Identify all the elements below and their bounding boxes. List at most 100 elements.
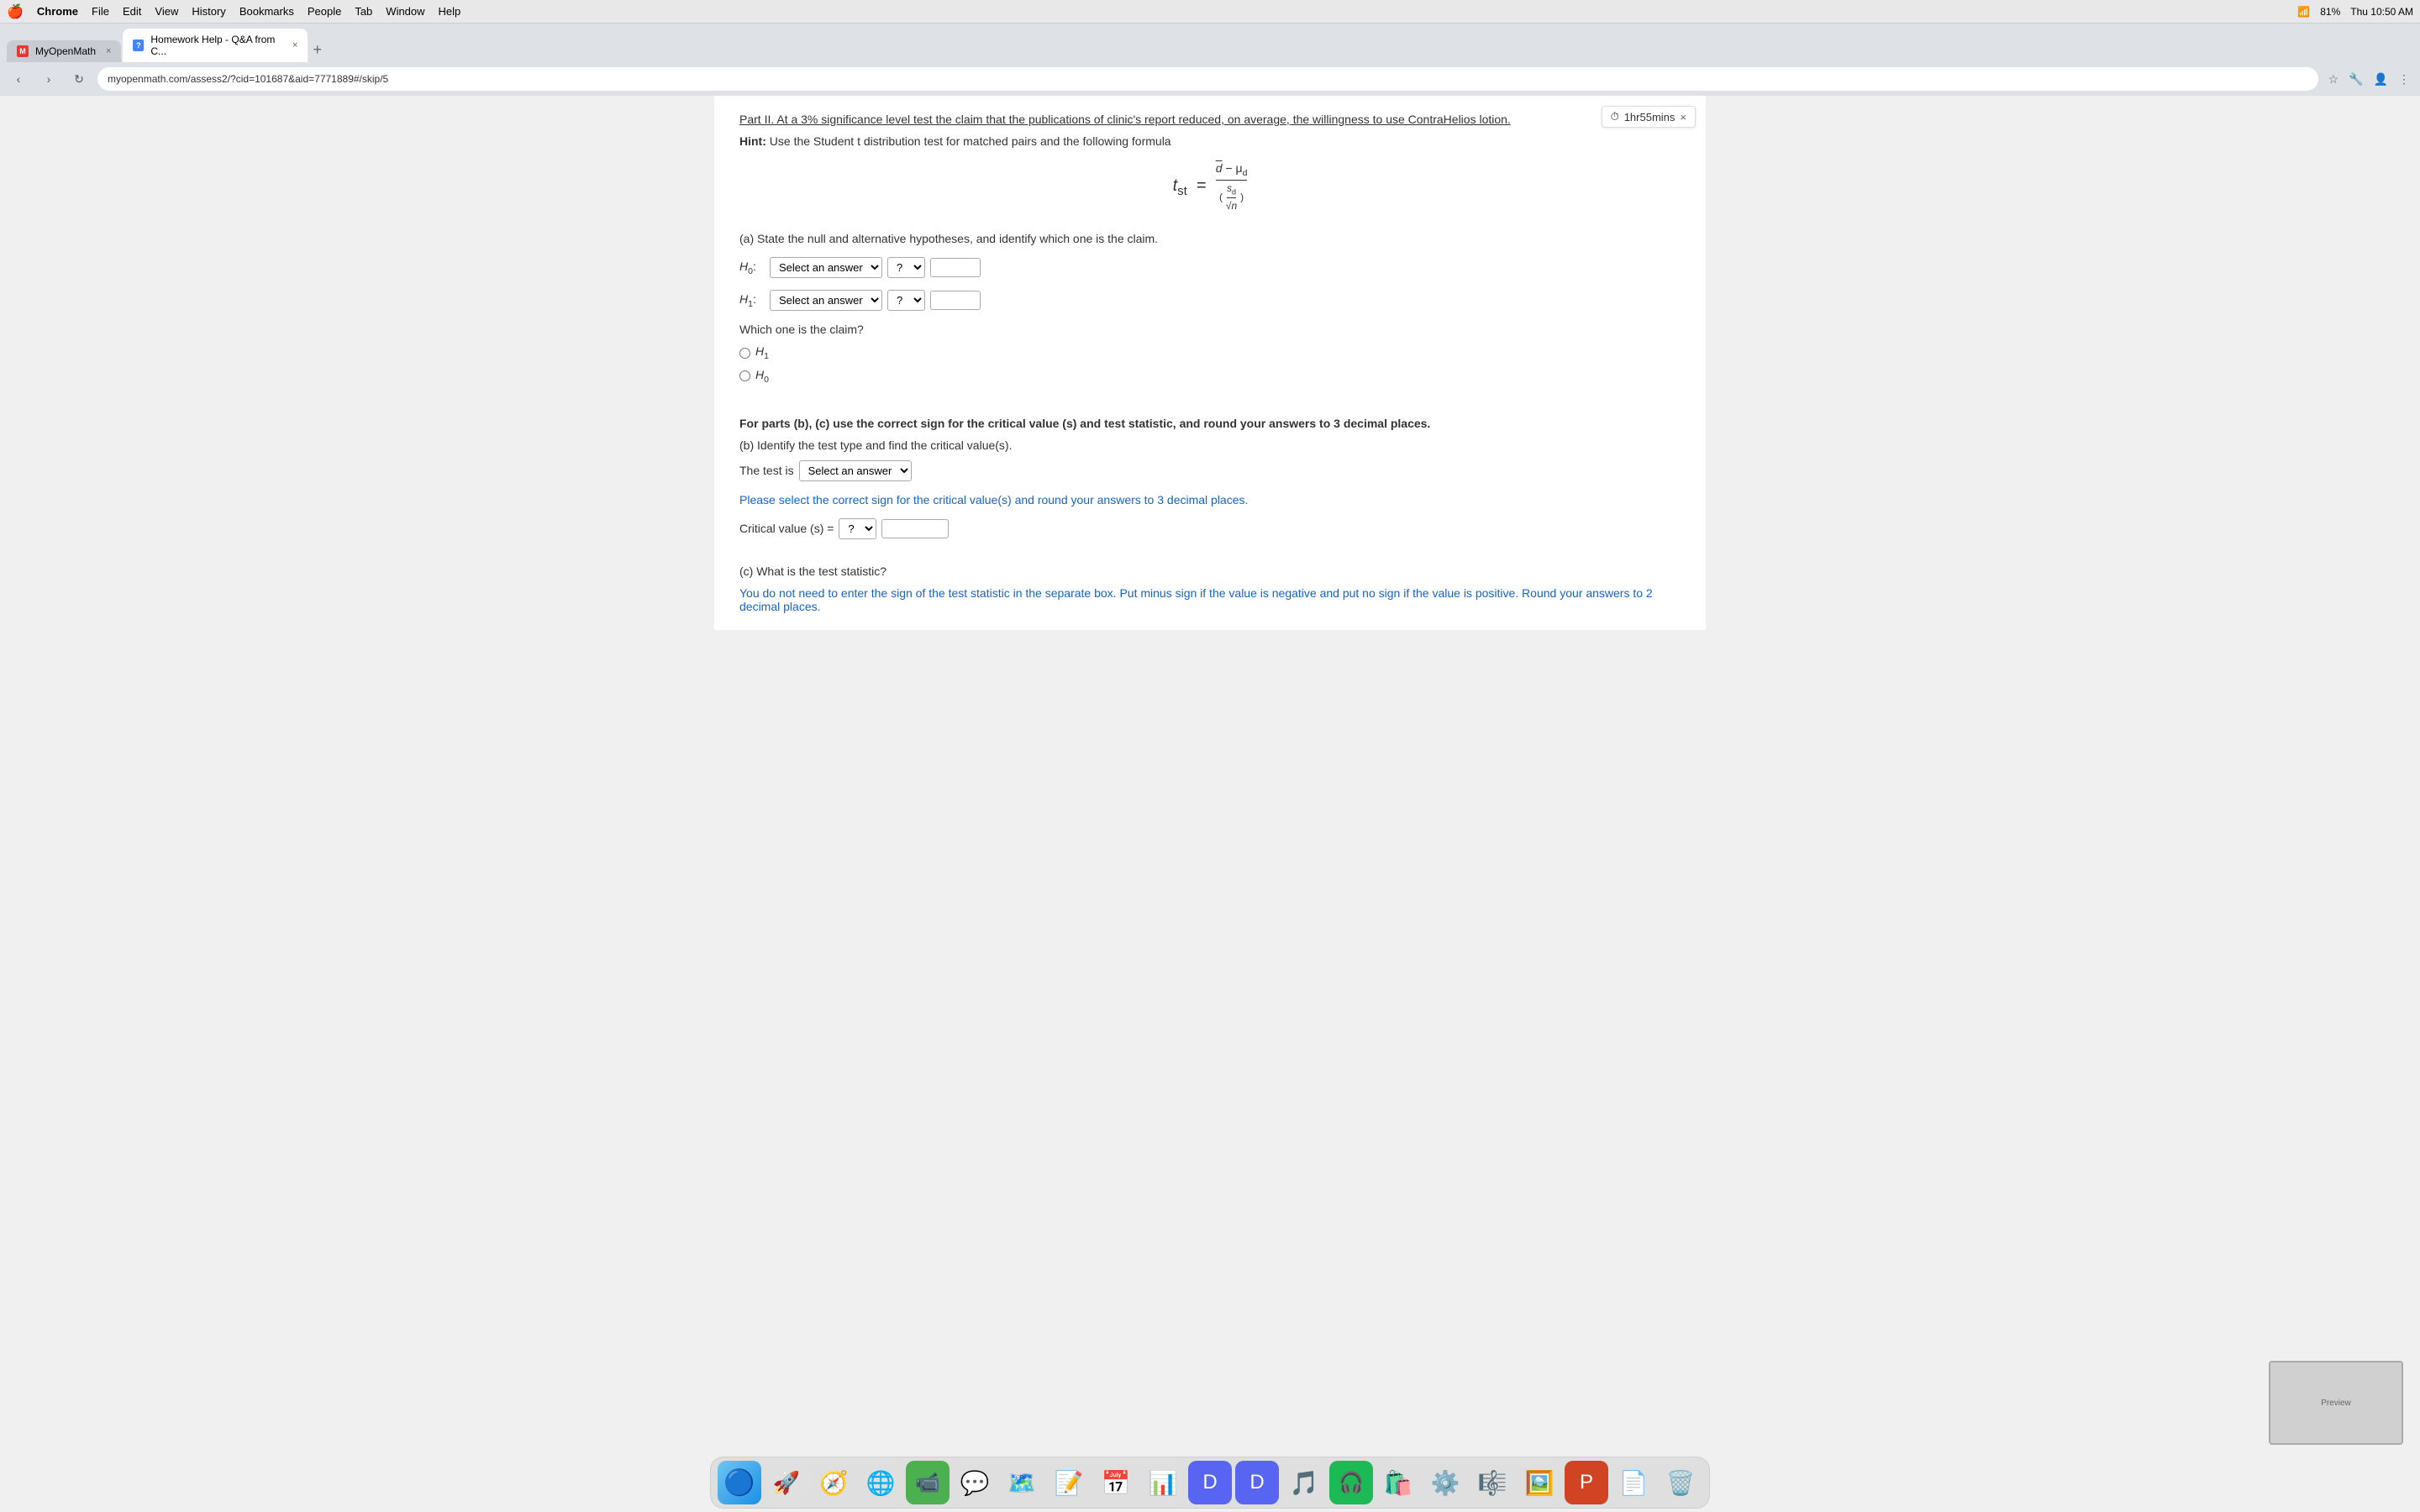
bold-instruction: For parts (b), (c) use the correct sign … (739, 417, 1681, 430)
tab1-label: MyOpenMath (35, 45, 96, 57)
tab2-close[interactable]: × (292, 40, 297, 50)
dock-discord[interactable]: D (1188, 1461, 1232, 1504)
dock-appstore[interactable]: 🛍️ (1376, 1461, 1420, 1504)
thumbnail-preview: Preview (2269, 1361, 2403, 1445)
test-type-row: The test is Select an answer left-tailed… (739, 460, 1681, 481)
dock-maps[interactable]: 🗺️ (1000, 1461, 1044, 1504)
radio-h0-option[interactable]: H0 (739, 368, 1681, 385)
dock-discord2[interactable]: D (1235, 1461, 1279, 1504)
wifi-icon: 📶 (2297, 6, 2310, 18)
menubar-history[interactable]: History (192, 5, 225, 18)
hint-detail: Use the Student t distribution test for … (766, 134, 1171, 148)
formula-fraction: d − μd ( sd √n ) (1216, 161, 1248, 212)
toolbar-icons: ☆ 🔧 👤 ⋮ (2325, 69, 2413, 90)
extension-icon[interactable]: 🔧 (2345, 69, 2366, 90)
h1-value-input[interactable] (930, 291, 981, 310)
dock-settings[interactable]: ⚙️ (1423, 1461, 1467, 1504)
dock-presentation[interactable]: 📊 (1141, 1461, 1185, 1504)
timer-label: 1hr55mins (1624, 111, 1676, 123)
h0-value-input[interactable] (930, 258, 981, 277)
radio-h1-label: H1 (755, 344, 769, 361)
menubar-bookmarks[interactable]: Bookmarks (239, 5, 294, 18)
tab-myopenmath[interactable]: M MyOpenMath × (7, 40, 121, 62)
tab2-favicon: ? (133, 39, 144, 51)
menubar-people[interactable]: People (308, 5, 341, 18)
menubar-window[interactable]: Window (386, 5, 424, 18)
tab2-label: Homework Help - Q&A from C... (150, 34, 282, 57)
dock-container: 🔵 🚀 🧭 🌐 📹 💬 🗺️ 📝 📅 📊 D D 🎵 🎧 🛍️ ⚙️ 🎼 🖼️ … (0, 1457, 2420, 1512)
dock-itunes[interactable]: 🎼 (1470, 1461, 1514, 1504)
h0-label: H0: (739, 260, 765, 276)
test-is-label: The test is (739, 464, 794, 477)
address-bar: ‹ › ↻ ☆ 🔧 👤 ⋮ (0, 62, 2420, 96)
dock-photos[interactable]: 🖼️ (1518, 1461, 1561, 1504)
radio-h1[interactable] (739, 348, 750, 359)
critical-sign-select[interactable]: ? + − ± (839, 518, 876, 539)
battery-status: 81% (2320, 6, 2340, 18)
dock-finder[interactable]: 🔵 (718, 1461, 761, 1504)
menubar-help[interactable]: Help (439, 5, 461, 18)
h1-label: H1: (739, 292, 765, 309)
menubar: 🍎 Chrome File Edit View History Bookmark… (0, 0, 2420, 24)
dock-trash[interactable]: 🗑️ (1659, 1461, 1702, 1504)
clock: Thu 10:50 AM (2350, 6, 2413, 18)
dock-music[interactable]: 🎵 (1282, 1461, 1326, 1504)
hint-label: Hint: (739, 134, 766, 148)
critical-value-input[interactable] (881, 519, 949, 538)
radio-h1-option[interactable]: H1 (739, 344, 1681, 361)
radio-h0[interactable] (739, 370, 750, 381)
apple-menu[interactable]: 🍎 (7, 3, 24, 20)
dock-spotify[interactable]: 🎧 (1329, 1461, 1373, 1504)
back-button[interactable]: ‹ (7, 67, 30, 91)
critical-value-row: Critical value (s) = ? + − ± (739, 518, 1681, 539)
radio-h0-label: H0 (755, 368, 769, 385)
dock-launchpad[interactable]: 🚀 (765, 1461, 808, 1504)
tab-bar: M MyOpenMath × ? Homework Help - Q&A fro… (0, 24, 2420, 62)
dock-notes[interactable]: 📝 (1047, 1461, 1091, 1504)
address-input[interactable] (97, 67, 2318, 91)
timer-close[interactable]: × (1680, 111, 1686, 123)
menubar-chrome[interactable]: Chrome (37, 5, 78, 18)
reload-button[interactable]: ↻ (67, 67, 91, 91)
part-text: At a 3% significance level test the clai… (774, 113, 1511, 126)
star-icon[interactable]: ☆ (2325, 69, 2343, 90)
dock-calendar[interactable]: 📅 (1094, 1461, 1138, 1504)
forward-button[interactable]: › (37, 67, 60, 91)
tab-homework-help[interactable]: ? Homework Help - Q&A from C... × (123, 29, 308, 62)
part-label: Part II. (739, 113, 774, 126)
new-tab-button[interactable]: + (309, 38, 325, 62)
h1-sign-select[interactable]: ? = ≠ < > (887, 290, 925, 311)
dock-powerpoint[interactable]: P (1565, 1461, 1608, 1504)
h1-select[interactable]: Select an answer μd = 0 μd ≠ 0 μd < 0 μd… (770, 290, 882, 311)
menubar-view[interactable]: View (155, 5, 178, 18)
dock: 🔵 🚀 🧭 🌐 📹 💬 🗺️ 📝 📅 📊 D D 🎵 🎧 🛍️ ⚙️ 🎼 🖼️ … (710, 1457, 1710, 1509)
dock-chrome[interactable]: 🌐 (859, 1461, 902, 1504)
formula-display: tst = d − μd ( sd √n ) (1173, 176, 1248, 195)
h0-row: H0: Select an answer μd = 0 μd ≠ 0 μd < … (739, 257, 1681, 278)
menubar-tab[interactable]: Tab (355, 5, 372, 18)
profile-icon[interactable]: 👤 (2370, 69, 2391, 90)
h1-row: H1: Select an answer μd = 0 μd ≠ 0 μd < … (739, 290, 1681, 311)
tab1-close[interactable]: × (106, 46, 111, 56)
question-c: (c) What is the test statistic? (739, 564, 1681, 578)
question-b: (b) Identify the test type and find the … (739, 438, 1681, 452)
timer-badge: ⏱ 1hr55mins × (1602, 106, 1696, 128)
dock-safari[interactable]: 🧭 (812, 1461, 855, 1504)
browser-chrome: M MyOpenMath × ? Homework Help - Q&A fro… (0, 24, 2420, 96)
part-title: Part II. At a 3% significance level test… (739, 113, 1681, 126)
dock-messages[interactable]: 💬 (953, 1461, 997, 1504)
menu-icon[interactable]: ⋮ (2395, 69, 2413, 90)
dock-facetime[interactable]: 📹 (906, 1461, 950, 1504)
menubar-file[interactable]: File (92, 5, 109, 18)
h0-sign-select[interactable]: ? = ≠ < > (887, 257, 925, 278)
timer-icon: ⏱ (1611, 110, 1619, 123)
blue-instruction-b: Please select the correct sign for the c… (739, 493, 1681, 507)
test-type-select[interactable]: Select an answer left-tailed right-taile… (799, 460, 912, 481)
critical-value-label: Critical value (s) = (739, 522, 834, 535)
which-claim-label: Which one is the claim? (739, 323, 1681, 336)
menubar-edit[interactable]: Edit (123, 5, 141, 18)
dock-word[interactable]: 📄 (1612, 1461, 1655, 1504)
h0-select[interactable]: Select an answer μd = 0 μd ≠ 0 μd < 0 μd… (770, 257, 882, 278)
page-content: ⏱ 1hr55mins × Part II. At a 3% significa… (714, 96, 1706, 630)
tab1-favicon: M (17, 45, 29, 57)
